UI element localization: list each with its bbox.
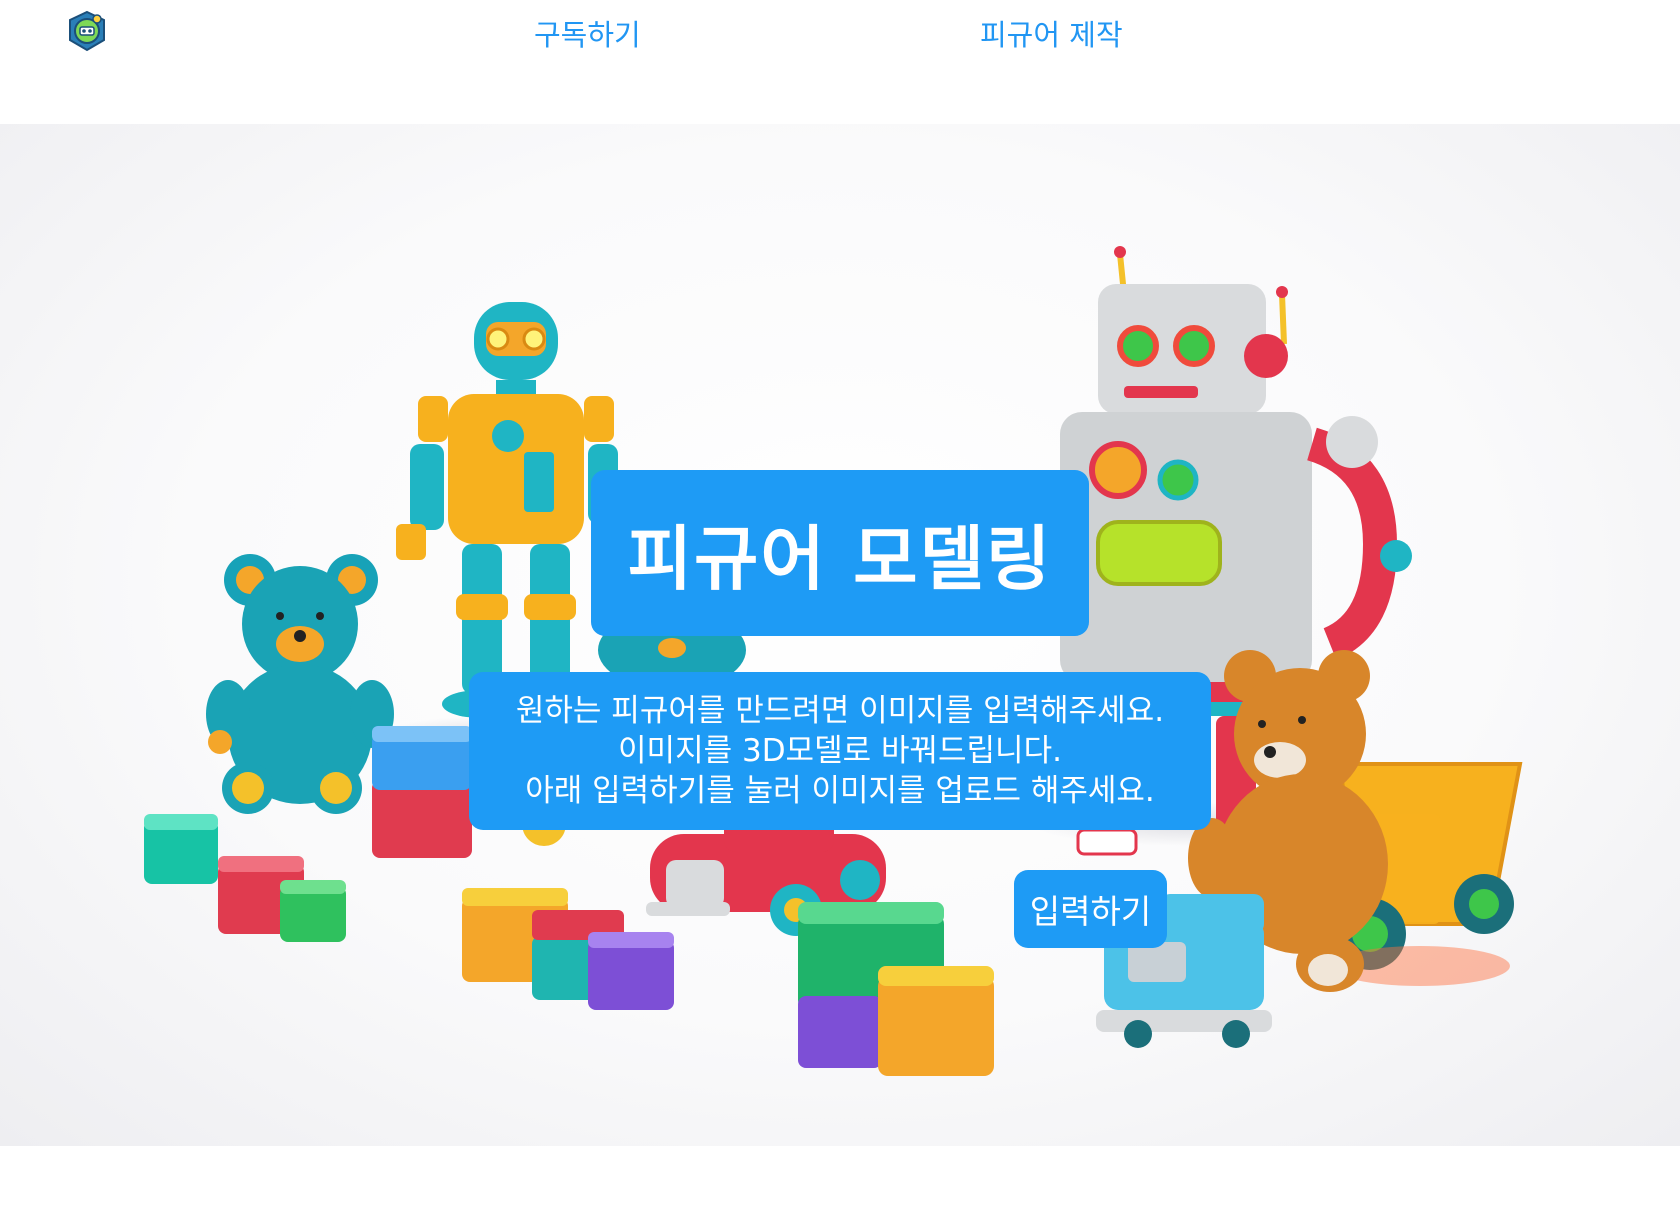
figure-logo-icon[interactable] <box>66 10 108 52</box>
page-title: 피규어 모델링 <box>627 517 1053 600</box>
toy-blocks-middle <box>462 888 674 1010</box>
hero-description-box: 원하는 피규어를 만드려면 이미지를 입력해주세요. 이미지를 3D모델로 바꿔… <box>469 672 1211 830</box>
hero-section: 피규어 모델링 원하는 피규어를 만드려면 이미지를 입력해주세요. 이미지를 … <box>0 124 1680 1146</box>
teal-teddy-bear <box>206 554 394 814</box>
yellow-robot-toy <box>396 302 618 718</box>
toy-blocks-center <box>798 902 994 1076</box>
description-line-1: 원하는 피규어를 만드려면 이미지를 입력해주세요. <box>515 693 1165 729</box>
description-line-2: 이미지를 3D모델로 바꿔드립니다. <box>618 733 1062 769</box>
upload-image-button[interactable]: 입력하기 <box>1014 870 1167 948</box>
nav-subscribe-link[interactable]: 구독하기 <box>534 12 641 54</box>
top-navigation: 구독하기 피규어 제작 <box>0 0 1680 124</box>
nav-figure-making-link[interactable]: 피규어 제작 <box>980 12 1123 54</box>
description-line-3: 아래 입력하기를 눌러 이미지를 업로드 해주세요. <box>525 773 1155 809</box>
hero-title-box: 피규어 모델링 <box>591 470 1089 636</box>
